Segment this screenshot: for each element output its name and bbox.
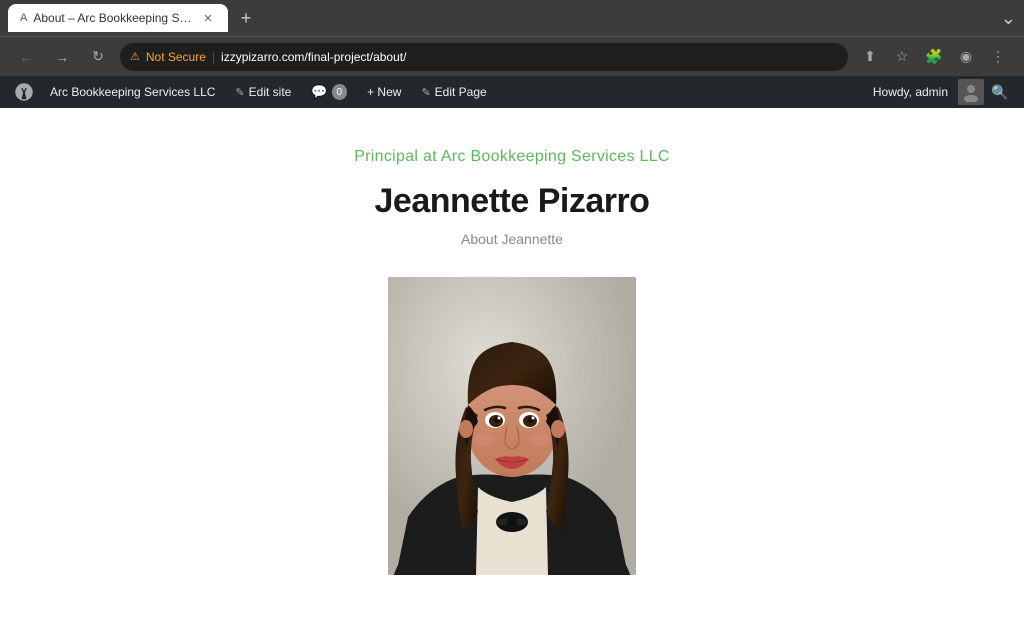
tab-close-button[interactable]: ✕ [200,10,216,26]
edit-site-label: Edit site [249,85,292,99]
tab-favicon: A [20,12,27,24]
person-name: Jeannette Pizarro [375,182,650,221]
edit-page-label: Edit Page [435,85,487,99]
about-subtitle: About Jeannette [461,231,563,247]
bookmark-button[interactable]: ☆ [888,43,916,71]
wp-new[interactable]: + New [357,76,411,108]
security-label: Not Secure [146,50,206,64]
extensions-button[interactable]: 🧩 [920,43,948,71]
profile-photo [388,277,636,575]
url-text: izzypizarro.com/final-project/about/ [221,50,838,64]
back-button[interactable]: ← [12,43,40,71]
wp-logo[interactable] [8,76,40,108]
wp-admin-bar: Arc Bookkeeping Services LLC ✎ Edit site… [0,76,1024,108]
new-label: + New [367,85,401,99]
profile-button[interactable]: ◉ [952,43,980,71]
address-bar[interactable]: ⚠ Not Secure | izzypizarro.com/final-pro… [120,43,848,71]
edit-site-icon: ✎ [235,86,244,99]
new-tab-button[interactable]: + [232,4,260,32]
admin-avatar[interactable] [958,79,984,105]
tab-title: About – Arc Bookkeeping Serv… [33,11,194,25]
howdy-text: Howdy, admin [863,85,958,99]
edit-page-icon: ✎ [421,86,430,99]
wp-site-name[interactable]: Arc Bookkeeping Services LLC [40,76,225,108]
forward-button[interactable]: → [48,43,76,71]
share-button[interactable]: ⬆ [856,43,884,71]
wp-admin-right: Howdy, admin 🔍 [863,76,1016,108]
comments-count: 0 [332,84,348,100]
more-options-button[interactable]: ⋮ [984,43,1012,71]
reload-button[interactable]: ↻ [84,43,112,71]
security-icon: ⚠ [130,50,140,63]
browser-tab[interactable]: A About – Arc Bookkeeping Serv… ✕ [8,4,228,32]
url-separator: | [212,50,215,64]
comments-icon: 💬 [311,84,327,100]
wp-edit-page[interactable]: ✎ Edit Page [411,76,496,108]
page-content: Principal at Arc Bookkeeping Services LL… [0,108,1024,640]
site-name-text: Arc Bookkeeping Services LLC [50,85,215,99]
search-button[interactable]: 🔍 [984,76,1016,108]
principal-title: Principal at Arc Bookkeeping Services LL… [354,148,670,166]
tab-bar-options[interactable]: ⌄ [1001,8,1016,29]
wp-comments[interactable]: 💬 0 [301,76,357,108]
wp-edit-site[interactable]: ✎ Edit site [225,76,301,108]
